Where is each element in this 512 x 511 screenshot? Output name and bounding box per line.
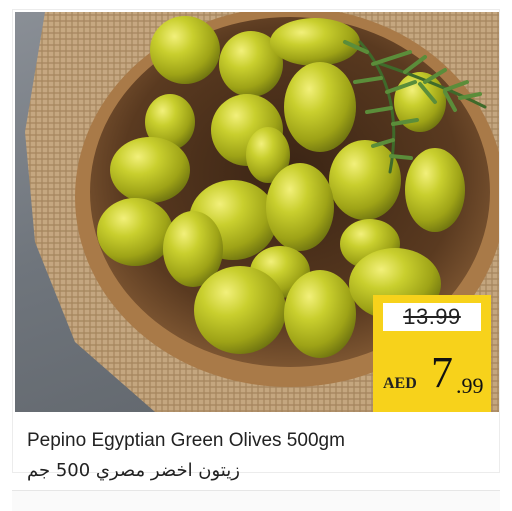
next-product-card[interactable] — [12, 490, 500, 511]
old-price-box: 13.99 — [383, 303, 481, 331]
price-tag: 13.99 AED 7 .99 — [373, 295, 491, 412]
price-decimal: .99 — [456, 373, 484, 398]
product-card[interactable]: 13.99 AED 7 .99 Pepino Egyptian Green Ol… — [12, 9, 500, 481]
old-price: 13.99 — [403, 304, 461, 329]
currency-label: AED — [383, 375, 417, 392]
product-title-ar[interactable]: زيتون اخضر مصري 500 جم — [27, 460, 240, 481]
product-title-en[interactable]: Pepino Egyptian Green Olives 500gm — [27, 430, 345, 452]
price-integer: 7 — [431, 348, 453, 397]
product-image[interactable]: 13.99 AED 7 .99 — [15, 12, 499, 412]
